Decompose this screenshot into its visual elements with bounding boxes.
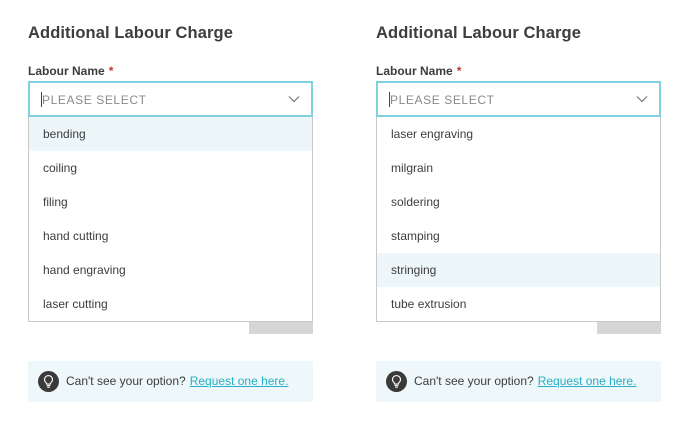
option-bending[interactable]: bending [29, 117, 312, 151]
section-title: Additional Labour Charge [376, 24, 581, 42]
option-laser-engraving[interactable]: laser engraving [377, 117, 660, 151]
labour-options-menu: laser engraving milgrain soldering stamp… [376, 117, 661, 322]
option-stamping[interactable]: stamping [377, 219, 660, 253]
option-stringing[interactable]: stringing [377, 253, 660, 287]
request-option-hint: Can't see your option? Request one here. [28, 361, 313, 402]
add-button-partially-hidden[interactable] [597, 320, 661, 334]
hint-message: Can't see your option? [66, 374, 186, 388]
lightbulb-icon [38, 371, 59, 392]
labour-options-menu: bending coiling filing hand cutting hand… [28, 117, 313, 322]
required-marker: * [456, 64, 462, 78]
option-coiling[interactable]: coiling [29, 151, 312, 185]
option-tube-extrusion[interactable]: tube extrusion [377, 287, 660, 321]
labour-name-label: Labour Name * [376, 64, 461, 78]
lightbulb-icon [386, 371, 407, 392]
required-marker: * [108, 64, 114, 78]
request-option-link[interactable]: Request one here. [190, 374, 289, 388]
request-option-hint: Can't see your option? Request one here. [376, 361, 661, 402]
chevron-down-icon[interactable] [635, 92, 649, 106]
option-soldering[interactable]: soldering [377, 185, 660, 219]
option-filing[interactable]: filing [29, 185, 312, 219]
option-hand-cutting[interactable]: hand cutting [29, 219, 312, 253]
hint-text: Can't see your option? Request one here. [414, 374, 636, 388]
section-title: Additional Labour Charge [28, 24, 233, 42]
hint-message: Can't see your option? [414, 374, 534, 388]
option-laser-cutting[interactable]: laser cutting [29, 287, 312, 321]
labour-name-label: Labour Name * [28, 64, 113, 78]
labour-charge-panel-right: Additional Labour Charge Labour Name * PL… [376, 0, 662, 430]
option-milgrain[interactable]: milgrain [377, 151, 660, 185]
request-option-link[interactable]: Request one here. [538, 374, 637, 388]
hint-text: Can't see your option? Request one here. [66, 374, 288, 388]
chevron-down-icon[interactable] [287, 92, 301, 106]
labour-name-select[interactable]: PLEASE SELECT [28, 81, 313, 117]
select-placeholder: PLEASE SELECT [42, 93, 147, 107]
select-placeholder: PLEASE SELECT [390, 93, 495, 107]
labour-name-label-text: Labour Name [376, 64, 453, 78]
option-hand-engraving[interactable]: hand engraving [29, 253, 312, 287]
add-button-partially-hidden[interactable] [249, 320, 313, 334]
labour-name-label-text: Labour Name [28, 64, 105, 78]
labour-charge-panel-left: Additional Labour Charge Labour Name * PL… [28, 0, 314, 430]
labour-name-select[interactable]: PLEASE SELECT [376, 81, 661, 117]
